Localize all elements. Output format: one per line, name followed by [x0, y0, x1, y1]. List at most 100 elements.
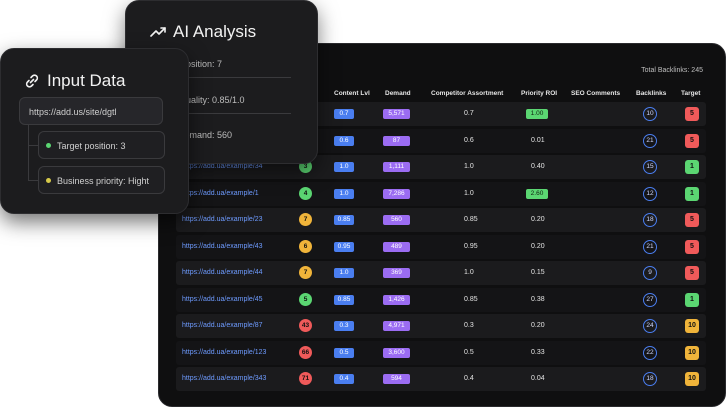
table-row[interactable]: https://add.ua/example/1 4 1.0 7,286 1.0 2.60…: [176, 181, 706, 206]
input-data-card: Input Data https://add.us/site/dgtl Targ…: [0, 48, 189, 214]
business-priority-label: Business priority: Hight: [57, 176, 150, 186]
content-level-pill: 0.85: [334, 294, 354, 305]
target-badge: 10: [685, 372, 699, 386]
competitor-value: 1.0: [464, 269, 474, 276]
demand-pill: 369: [383, 268, 410, 278]
priority-roi-value: 0.20: [531, 322, 545, 329]
col-content-lvl[interactable]: Content Lvl: [334, 90, 370, 97]
demand-pill: 594: [383, 374, 410, 384]
row-url-link[interactable]: https://add.ua/example/45: [182, 288, 263, 312]
backlinks-count: 22: [643, 345, 657, 360]
url-field[interactable]: https://add.us/site/dgtl: [19, 97, 163, 125]
content-level-pill: 0.6: [334, 135, 354, 146]
target-badge: 5: [685, 107, 699, 121]
competitor-value: 0.3: [464, 322, 474, 329]
target-badge: 5: [685, 239, 699, 254]
demand-pill: 1,426: [383, 294, 410, 305]
table-row[interactable]: https://add.ua/example/45 5 0.85 1,426 0.85 0…: [176, 287, 706, 312]
competitor-value: 0.85: [464, 295, 478, 303]
backlinks-count: 24: [643, 319, 657, 333]
link-icon: [25, 74, 39, 88]
col-seo-comments[interactable]: SEO Comments: [571, 90, 620, 97]
table-row[interactable]: https://add.ua/example/23 7 0.85 560 0.85 0.2…: [176, 208, 706, 232]
target-badge: 10: [685, 345, 699, 360]
priority-roi-value: 0.20: [531, 242, 545, 250]
business-priority-chip[interactable]: Business priority: Hight: [38, 166, 165, 194]
position-badge: 7: [299, 266, 312, 279]
content-level-pill: 0.95: [334, 241, 354, 252]
col-target[interactable]: Target: [681, 90, 700, 97]
competitor-value: 0.4: [464, 375, 474, 382]
status-dot: [46, 143, 51, 148]
demand-pill: 4,971: [383, 321, 410, 331]
target-position-label: Target position: 3: [57, 141, 126, 151]
row-url-link[interactable]: https://add.ua/example/123: [182, 341, 266, 365]
table-row[interactable]: https://add.ua/example/343 71 0.4 594 0.4 0.0…: [176, 367, 706, 391]
tree-connector: [28, 125, 29, 181]
content-level-pill: 0.3: [334, 321, 354, 331]
priority-roi-value: 1.00: [526, 109, 548, 119]
content-level-pill: 0.7: [334, 109, 354, 119]
status-dot: [46, 178, 51, 183]
row-url-link[interactable]: https://add.ua/example/343: [182, 367, 266, 391]
row-url-link[interactable]: https://add.ua/example/1: [182, 182, 259, 206]
demand-pill: 1,111: [383, 162, 410, 172]
target-badge: 1: [685, 186, 699, 201]
total-backlinks: Total Backlinks: 245: [641, 67, 703, 74]
backlinks-count: 27: [643, 292, 657, 307]
target-badge: 1: [685, 292, 699, 307]
table-row[interactable]: https://add.ua/example/87 43 0.3 4,971 0.3 0.…: [176, 314, 706, 338]
position-badge: 6: [299, 239, 312, 253]
priority-roi-value: 0.38: [531, 295, 545, 303]
priority-roi-value: 0.15: [531, 269, 545, 276]
backlinks-count: 21: [643, 239, 657, 254]
table-row[interactable]: https://add.ua/example/123 66 0.5 3,600 0.5 0…: [176, 340, 706, 365]
row-url-link[interactable]: https://add.ua/example/43: [182, 235, 263, 259]
backlinks-count: 18: [643, 372, 657, 386]
row-url-link[interactable]: https://add.ua/example/87: [182, 314, 263, 338]
priority-roi-value: 0.33: [531, 348, 545, 356]
row-url-link[interactable]: https://add.ua/example/23: [182, 208, 263, 232]
position-badge: 5: [299, 292, 312, 306]
content-level-pill: 1.0: [334, 188, 354, 199]
input-data-title: Input Data: [47, 71, 126, 90]
demand-pill: 5,571: [383, 109, 410, 119]
target-badge: 5: [685, 133, 699, 148]
tree-connector: [28, 180, 38, 181]
ai-analysis-title: AI Analysis: [173, 22, 257, 41]
demand-pill: 3,600: [383, 347, 410, 358]
position-badge: 43: [299, 319, 312, 332]
target-badge: 5: [685, 213, 699, 227]
backlinks-count: 9: [643, 266, 657, 280]
priority-roi-value: 0.04: [531, 375, 545, 382]
content-level-pill: 1.0: [334, 162, 354, 172]
competitor-value: 0.95: [464, 242, 478, 250]
content-level-pill: 0.5: [334, 347, 354, 358]
table-row[interactable]: https://add.ua/example/44 7 1.0 369 1.0 0.15 9…: [176, 261, 706, 285]
backlinks-count: 10: [643, 107, 657, 121]
competitor-value: 1.0: [464, 189, 474, 197]
backlinks-count: 21: [643, 133, 657, 148]
competitor-value: 0.85: [464, 216, 478, 223]
table-row[interactable]: https://add.ua/example/43 6 0.95 489 0.95 0.2…: [176, 234, 706, 259]
priority-roi-value: 2.60: [526, 188, 548, 199]
row-url-link[interactable]: https://add.ua/example/44: [182, 261, 263, 285]
backlinks-count: 18: [643, 213, 657, 227]
position-badge: 66: [299, 345, 312, 359]
col-backlinks[interactable]: Backlinks: [636, 90, 666, 97]
competitor-value: 0.7: [464, 110, 474, 117]
content-level-pill: 0.85: [334, 215, 354, 225]
col-demand[interactable]: Demand: [385, 90, 411, 97]
competitor-value: 0.5: [464, 348, 474, 356]
col-priority-roi[interactable]: Priority ROI: [521, 90, 557, 97]
target-badge: 5: [685, 266, 699, 280]
demand-pill: 489: [383, 241, 410, 252]
backlinks-count: 15: [643, 160, 657, 174]
trend-icon: [150, 27, 166, 37]
backlinks-count: 12: [643, 186, 657, 201]
content-level-pill: 0.4: [334, 374, 354, 384]
competitor-value: 1.0: [464, 163, 474, 170]
col-competitor-assortment[interactable]: Competitor Assortment: [431, 90, 503, 97]
target-position-chip[interactable]: Target position: 3: [38, 131, 165, 159]
priority-roi-value: 0.40: [531, 163, 545, 170]
